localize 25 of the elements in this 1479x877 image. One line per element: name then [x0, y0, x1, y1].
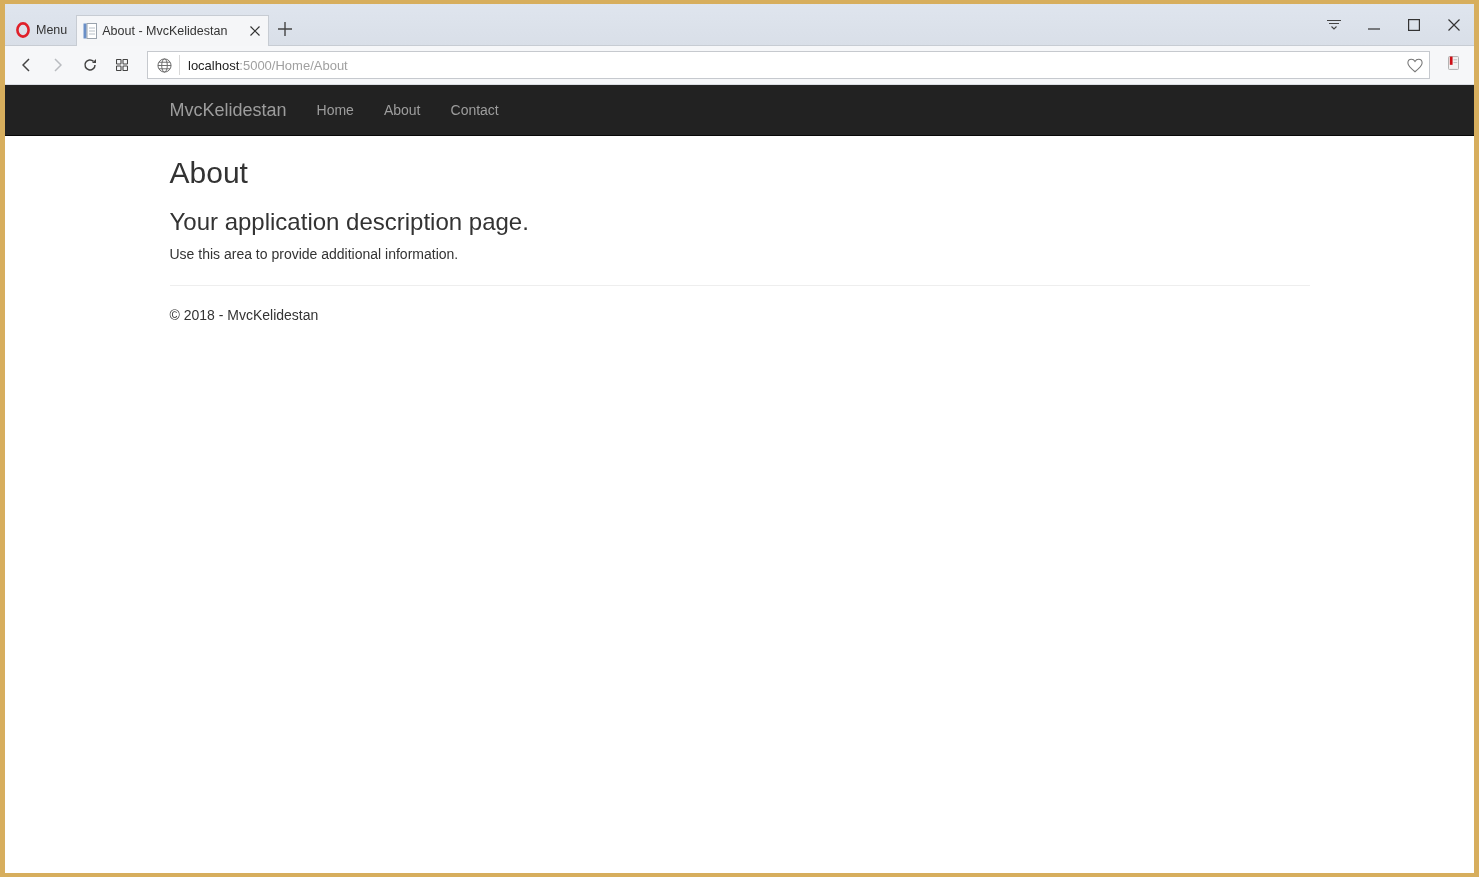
page-icon: [83, 23, 98, 39]
browser-tab[interactable]: About - MvcKelidestan: [76, 15, 270, 46]
menu-button[interactable]: Menu: [10, 15, 74, 45]
reload-icon[interactable]: [83, 58, 97, 72]
brand-link[interactable]: MvcKelidestan: [169, 100, 302, 120]
minimize-icon[interactable]: [1368, 27, 1380, 30]
opera-logo-icon: [16, 22, 30, 38]
heart-icon[interactable]: [1407, 57, 1423, 73]
back-icon[interactable]: [22, 58, 30, 72]
close-icon[interactable]: [1448, 18, 1460, 31]
page-subtitle: Your application description page.: [169, 209, 530, 236]
nav-link[interactable]: About: [368, 100, 436, 120]
nav-link[interactable]: Contact: [435, 100, 514, 120]
maximize-icon[interactable]: [1408, 18, 1420, 31]
plus-icon[interactable]: [278, 22, 293, 36]
footer-text: © 2018 - MvcKelidestan: [169, 306, 320, 326]
notebook-icon[interactable]: [1448, 56, 1459, 70]
close-icon[interactable]: [250, 26, 261, 36]
grid-icon[interactable]: [116, 59, 128, 71]
page-title: About: [169, 156, 249, 189]
tab-menu-icon[interactable]: [1327, 19, 1341, 30]
nav-link[interactable]: Home: [301, 100, 369, 120]
globe-icon: [157, 57, 172, 73]
page-text: Use this area to provide additional information.: [169, 245, 460, 265]
address-field[interactable]: localhost:5000/Home/About: [147, 51, 1430, 79]
